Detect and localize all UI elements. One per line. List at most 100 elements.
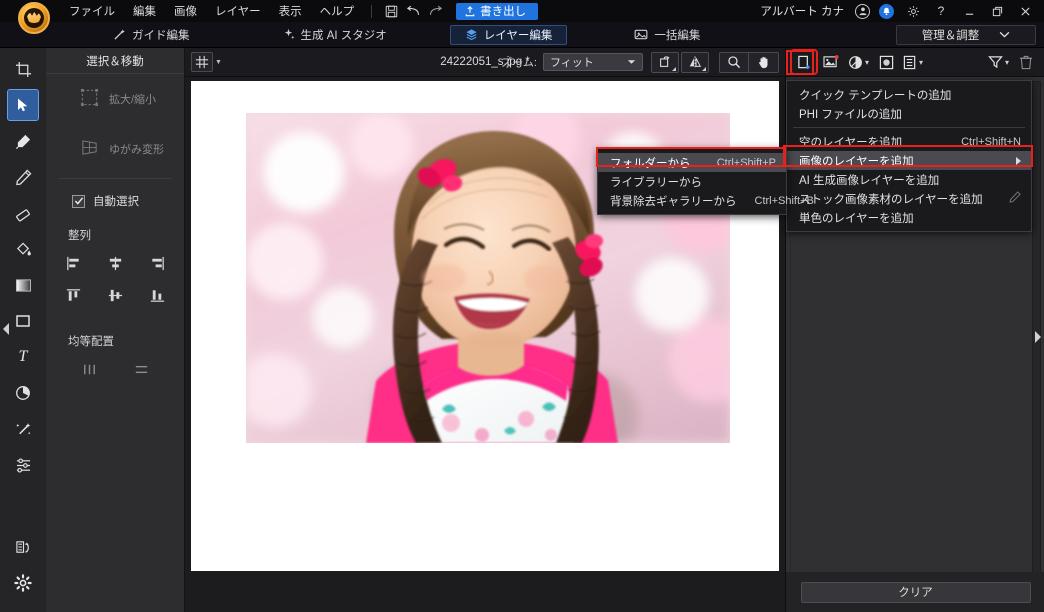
menu-layer[interactable]: レイヤー bbox=[206, 0, 270, 22]
zoom-magnifier-icon[interactable] bbox=[719, 52, 749, 73]
menu-edit[interactable]: 編集 bbox=[124, 0, 165, 22]
brush-smart-tool[interactable] bbox=[8, 126, 38, 156]
menu-file[interactable]: ファイル bbox=[60, 0, 124, 22]
add-layer-icon[interactable] bbox=[792, 51, 816, 73]
close-button[interactable] bbox=[1012, 0, 1038, 22]
pencil-tool[interactable] bbox=[8, 162, 38, 192]
text-tool[interactable]: T bbox=[8, 342, 38, 372]
pie-adjust-tool[interactable] bbox=[8, 378, 38, 408]
menu-image[interactable]: 画像 bbox=[165, 0, 206, 22]
layer-properties-icon[interactable]: ▾ bbox=[901, 51, 925, 73]
notification-bell-icon[interactable] bbox=[879, 4, 894, 19]
menu-help[interactable]: ヘルプ bbox=[311, 0, 364, 22]
rotate-icon[interactable] bbox=[651, 52, 679, 73]
minimize-button[interactable] bbox=[956, 0, 982, 22]
align-right-icon[interactable] bbox=[146, 252, 168, 274]
align-left-icon[interactable] bbox=[62, 252, 84, 274]
align-top-icon[interactable] bbox=[62, 284, 84, 306]
dropdown-dot-icon[interactable]: ▾ bbox=[919, 58, 923, 67]
mode-tab-bar: ガイド編集 生成 AI スタジオ レイヤー編集 一括編集 管理＆調整 bbox=[0, 22, 1044, 48]
menu-item-label: 画像のレイヤーを追加 bbox=[799, 153, 914, 169]
mask-layer-icon[interactable] bbox=[874, 51, 898, 73]
tab-guided-edit[interactable]: ガイド編集 bbox=[98, 25, 205, 45]
adjustments-tool[interactable] bbox=[8, 450, 38, 480]
layers-icon bbox=[465, 28, 478, 41]
tab-batch-edit[interactable]: 一括編集 bbox=[619, 25, 715, 45]
move-select-tool[interactable] bbox=[8, 90, 38, 120]
submenu-item-from-library[interactable]: ライブラリーから bbox=[598, 172, 786, 191]
scale-transform-icon bbox=[80, 88, 99, 110]
align-center-horizontal-icon[interactable] bbox=[104, 252, 126, 274]
export-share-tool[interactable] bbox=[8, 532, 38, 562]
flip-icon[interactable] bbox=[681, 52, 709, 73]
tool-options-title: 選択＆移動 bbox=[46, 48, 184, 74]
grid-icon[interactable] bbox=[191, 52, 213, 72]
eraser-tool[interactable] bbox=[8, 198, 38, 228]
distribute-vertical-icon[interactable] bbox=[130, 358, 152, 380]
dropdown-dot-icon[interactable]: ▾ bbox=[1005, 58, 1009, 67]
distribute-row bbox=[46, 353, 184, 385]
paint-bucket-tool[interactable] bbox=[8, 234, 38, 264]
account-icon[interactable] bbox=[855, 4, 870, 19]
submenu-item-from-folder[interactable]: フォルダーから Ctrl+Shift+P bbox=[598, 153, 786, 172]
settings-gear-icon[interactable] bbox=[900, 0, 926, 22]
canvas-area: ▼ 24222051_s.jpg * ズーム: フィット bbox=[185, 48, 785, 612]
tab-ai-studio[interactable]: 生成 AI スタジオ bbox=[267, 25, 402, 45]
adjustment-layer-icon[interactable]: ▾ bbox=[846, 51, 871, 73]
redo-icon[interactable] bbox=[424, 2, 446, 20]
pan-hand-icon[interactable] bbox=[749, 52, 779, 73]
dropdown-dot-icon[interactable]: ▾ bbox=[865, 58, 869, 67]
chevron-down-icon bbox=[627, 56, 636, 68]
save-icon[interactable] bbox=[380, 2, 402, 20]
menu-item-add-empty-layer[interactable]: 空のレイヤーを追加 Ctrl+Shift+N bbox=[787, 132, 1031, 151]
image-layer-submenu: フォルダーから Ctrl+Shift+P ライブラリーから 背景除去ギャラリーか… bbox=[597, 148, 787, 215]
submenu-item-from-bg-removal-gallery[interactable]: 背景除去ギャラリーから Ctrl+Shift+B bbox=[598, 191, 786, 210]
auto-select-checkbox[interactable] bbox=[72, 195, 85, 208]
layers-panel-toolbar: ▾ ▾ ▾ bbox=[786, 48, 1044, 77]
zoom-label: ズーム: bbox=[501, 54, 537, 70]
zoom-control-group: ズーム: フィット bbox=[501, 53, 643, 71]
menu-view[interactable]: 表示 bbox=[270, 0, 311, 22]
menu-item-add-image-layer[interactable]: 画像のレイヤーを追加 bbox=[787, 151, 1031, 170]
shape-rectangle-tool[interactable] bbox=[8, 306, 38, 336]
delete-layer-icon[interactable] bbox=[1014, 51, 1038, 73]
user-name-label: アルバート カナ bbox=[760, 3, 844, 19]
option-scale[interactable]: 拡大/縮小 bbox=[46, 74, 184, 124]
add-image-layer-icon[interactable] bbox=[819, 51, 843, 73]
zoom-select[interactable]: フィット bbox=[543, 53, 643, 71]
tab-label: ガイド編集 bbox=[132, 27, 190, 43]
submenu-arrow-icon bbox=[1016, 157, 1021, 165]
filter-icon[interactable]: ▾ bbox=[986, 51, 1011, 73]
manage-adjust-button[interactable]: 管理＆調整 bbox=[896, 25, 1036, 45]
gradient-tool[interactable] bbox=[8, 270, 38, 300]
left-panel-collapse-arrow[interactable] bbox=[0, 318, 12, 340]
align-middle-vertical-icon[interactable] bbox=[104, 284, 126, 306]
distribute-horizontal-icon[interactable] bbox=[78, 358, 100, 380]
view-button-group bbox=[719, 52, 779, 73]
crop-tool[interactable] bbox=[8, 54, 38, 84]
grid-dropdown-caret-icon[interactable]: ▼ bbox=[215, 59, 222, 66]
toolbar-divider bbox=[371, 5, 372, 18]
menu-item-add-phi-file[interactable]: PHI ファイルの追加 bbox=[787, 104, 1031, 123]
menu-item-add-ai-generated-layer[interactable]: AI 生成画像レイヤーを追加 bbox=[787, 170, 1031, 189]
transform-button-group bbox=[651, 52, 709, 73]
undo-icon[interactable] bbox=[402, 2, 424, 20]
restore-button[interactable] bbox=[984, 0, 1010, 22]
magic-effects-tool[interactable] bbox=[8, 414, 38, 444]
tab-layer-edit[interactable]: レイヤー編集 bbox=[450, 25, 568, 45]
right-panel-expand-arrow[interactable] bbox=[1033, 326, 1043, 348]
submenu-item-label: フォルダーから bbox=[610, 155, 691, 171]
option-distort[interactable]: ゆがみ変形 bbox=[46, 124, 184, 174]
menu-item-label: PHI ファイルの追加 bbox=[799, 106, 902, 122]
export-button[interactable]: 書き出し bbox=[456, 3, 538, 20]
help-icon[interactable]: ? bbox=[928, 0, 954, 22]
menu-item-add-solid-color-layer[interactable]: 単色のレイヤーを追加 bbox=[787, 208, 1031, 227]
menu-item-add-quick-template[interactable]: クイック テンプレートの追加 bbox=[787, 85, 1031, 104]
app-window: ファイル 編集 画像 レイヤー 表示 ヘルプ 書き出し アルバート カナ bbox=[0, 0, 1044, 612]
menu-item-add-stock-image-layer[interactable]: ストック画像素材のレイヤーを追加 bbox=[787, 189, 1031, 208]
submenu-item-shortcut: Ctrl+Shift+B bbox=[737, 195, 814, 207]
clear-button[interactable]: クリア bbox=[801, 582, 1031, 603]
align-bottom-icon[interactable] bbox=[146, 284, 168, 306]
preferences-gear-tool[interactable] bbox=[8, 568, 38, 598]
auto-select-checkbox-row[interactable]: 自動選択 bbox=[46, 183, 184, 219]
